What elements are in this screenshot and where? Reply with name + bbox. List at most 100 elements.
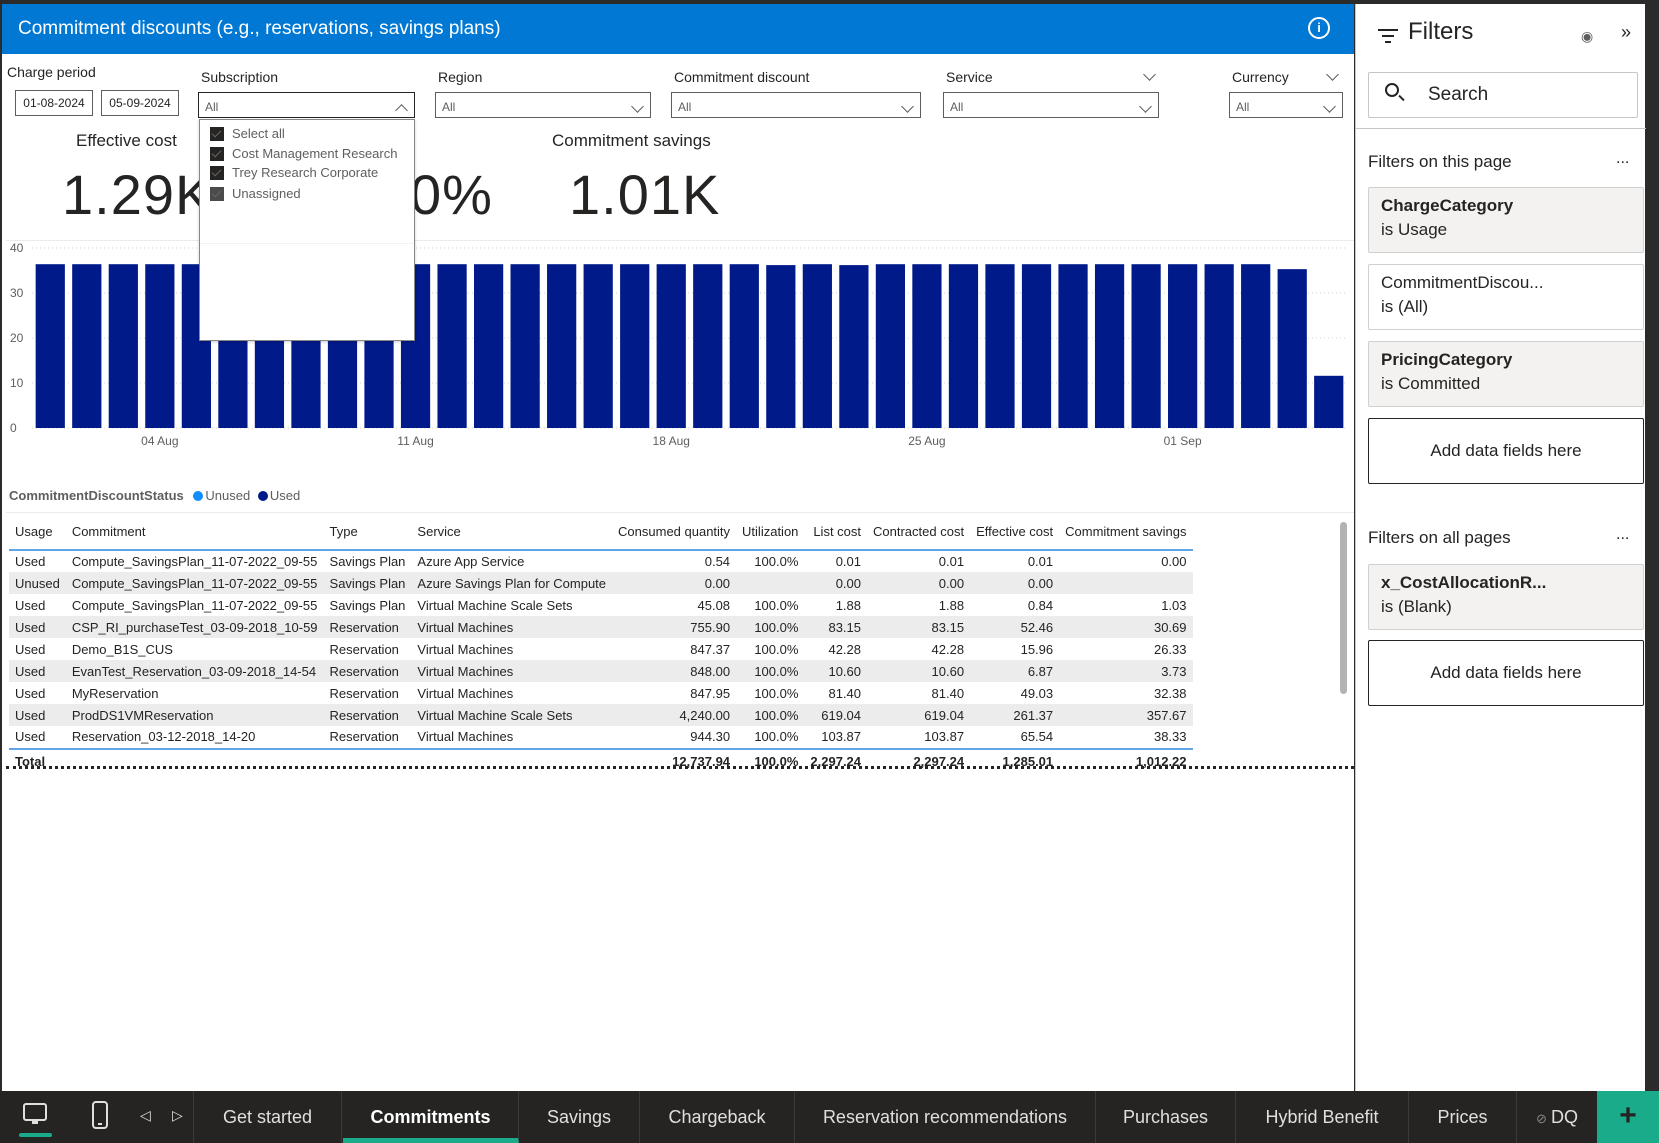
- option-cost-management-research[interactable]: Cost Management Research: [210, 144, 397, 164]
- filter-name: x_CostAllocationR...: [1381, 573, 1547, 592]
- add-page-button[interactable]: +: [1597, 1091, 1659, 1143]
- bar-used-02-sep[interactable]: [1204, 264, 1234, 428]
- tab-hybrid-benefit[interactable]: Hybrid Benefit: [1236, 1091, 1409, 1143]
- checkbox-checked-icon[interactable]: [210, 127, 224, 141]
- currency-dropdown[interactable]: All: [1229, 92, 1343, 118]
- table-row[interactable]: Used EvanTest_Reservation_03-09-2018_14-5…: [9, 660, 1193, 682]
- add-data-fields-all[interactable]: Add data fields here: [1368, 640, 1644, 706]
- bar-used-15-aug[interactable]: [547, 264, 577, 428]
- table-row[interactable]: Unused Compute_SavingsPlan_11-07-2022_09-…: [9, 572, 1193, 594]
- filter-search-input[interactable]: Search: [1368, 72, 1638, 118]
- column-header[interactable]: Commitment savings: [1059, 516, 1193, 551]
- tab-savings[interactable]: Savings: [519, 1091, 640, 1143]
- table-row[interactable]: Used MyReservation Reservation Virtual Mach…: [9, 682, 1193, 704]
- bar-used-04-aug[interactable]: [145, 264, 175, 428]
- column-header[interactable]: Effective cost: [970, 516, 1060, 551]
- bar-used-25-aug[interactable]: [912, 264, 942, 428]
- column-header[interactable]: Commitment: [65, 516, 324, 551]
- bar-used-18-aug[interactable]: [656, 264, 686, 428]
- region-dropdown[interactable]: All: [435, 92, 651, 118]
- table-row[interactable]: Used Compute_SavingsPlan_11-07-2022_09-55…: [9, 594, 1193, 616]
- tab-get-started[interactable]: Get started: [194, 1091, 342, 1143]
- bar-used-20-aug[interactable]: [729, 264, 759, 428]
- table-row[interactable]: Used Compute_SavingsPlan_11-07-2022_09-55…: [9, 550, 1193, 572]
- bar-used-05-sep[interactable]: [1314, 375, 1344, 428]
- column-header[interactable]: Service: [411, 516, 613, 551]
- bar-used-29-aug[interactable]: [1058, 264, 1088, 428]
- column-header[interactable]: Type: [323, 516, 412, 551]
- mobile-view-icon[interactable]: [92, 1101, 108, 1129]
- bar-used-19-aug[interactable]: [693, 264, 723, 428]
- bar-used-17-aug[interactable]: [620, 264, 650, 428]
- charge-period-label: Charge period: [7, 64, 96, 80]
- checkbox-checked-icon[interactable]: [210, 166, 224, 180]
- tab-commitments[interactable]: Commitments: [343, 1091, 519, 1143]
- end-date-input[interactable]: 05-09-2024: [101, 90, 179, 116]
- previous-page-icon[interactable]: ◁: [140, 1107, 151, 1124]
- table-row[interactable]: Used CSP_RI_purchaseTest_03-09-2018_10-59…: [9, 616, 1193, 638]
- checkbox-checked-icon[interactable]: [210, 147, 224, 161]
- chevron-down-icon[interactable]: [1326, 68, 1339, 81]
- chevron-down-icon[interactable]: [1143, 68, 1156, 81]
- legend-unused-label[interactable]: Unused: [205, 488, 250, 503]
- option-select-all[interactable]: Select all: [210, 124, 285, 144]
- option-trey-research-corporate[interactable]: Trey Research Corporate: [210, 163, 378, 183]
- tab-prices[interactable]: Prices: [1409, 1091, 1517, 1143]
- bar-used-21-aug[interactable]: [766, 265, 796, 428]
- commitment-discount-dropdown[interactable]: All: [671, 92, 921, 118]
- service-dropdown[interactable]: All: [943, 92, 1159, 118]
- eye-icon[interactable]: ◉: [1581, 28, 1593, 45]
- filter-card-costallocation[interactable]: x_CostAllocationR... is (Blank): [1368, 564, 1644, 630]
- desktop-view-icon[interactable]: [22, 1103, 48, 1127]
- tab-reservation-recommendations[interactable]: Reservation recommendations: [795, 1091, 1096, 1143]
- start-date-input[interactable]: 01-08-2024: [15, 90, 93, 116]
- filter-pane-title: Filters: [1408, 18, 1474, 45]
- column-header[interactable]: List cost: [804, 516, 868, 551]
- bar-used-02-aug[interactable]: [72, 264, 102, 428]
- bar-used-31-aug[interactable]: [1131, 264, 1161, 428]
- column-header[interactable]: Utilization: [736, 516, 805, 551]
- filter-card-pricingcategory[interactable]: PricingCategory is Committed: [1368, 341, 1644, 407]
- bar-used-14-aug[interactable]: [510, 264, 540, 428]
- bar-used-23-aug[interactable]: [839, 265, 869, 428]
- collapse-pane-icon[interactable]: »: [1621, 22, 1631, 43]
- table-row[interactable]: Used Reservation_03-12-2018_14-20 Reservat…: [9, 726, 1193, 749]
- tab-chargeback[interactable]: Chargeback: [640, 1091, 795, 1143]
- legend-used-label[interactable]: Used: [270, 488, 300, 503]
- tab-purchases[interactable]: Purchases: [1096, 1091, 1236, 1143]
- bar-used-13-aug[interactable]: [473, 264, 504, 428]
- checkbox-checked-icon[interactable]: [210, 187, 224, 201]
- bar-used-16-aug[interactable]: [583, 264, 613, 428]
- commitments-table: Usage Commitment Type Service Consumed quant…: [9, 516, 1349, 771]
- bar-used-26-aug[interactable]: [948, 264, 979, 428]
- bar-used-27-aug[interactable]: [985, 264, 1015, 428]
- table-scrollbar[interactable]: [1340, 522, 1347, 694]
- next-page-icon[interactable]: ▷: [172, 1107, 183, 1124]
- bar-used-22-aug[interactable]: [802, 264, 832, 428]
- bar-used-03-aug[interactable]: [108, 264, 138, 428]
- filter-card-chargecategory[interactable]: ChargeCategory is Usage: [1368, 187, 1644, 253]
- bar-used-01-aug[interactable]: [35, 264, 65, 428]
- bar-used-01-sep[interactable]: [1168, 264, 1198, 428]
- info-icon[interactable]: i: [1308, 17, 1330, 39]
- bar-used-03-sep[interactable]: [1241, 264, 1271, 428]
- table-cell: 10.60: [867, 660, 971, 682]
- table-row[interactable]: Used ProdDS1VMReservation Reservation Virtu…: [9, 704, 1193, 726]
- filter-card-commitmentdiscount[interactable]: CommitmentDiscou... is (All): [1368, 264, 1644, 330]
- table-cell: 32.38: [1153, 685, 1187, 701]
- more-options-button[interactable]: ...: [1616, 150, 1629, 168]
- column-header[interactable]: Contracted cost: [867, 516, 971, 551]
- more-options-button[interactable]: ...: [1616, 526, 1629, 544]
- column-header[interactable]: Usage: [9, 516, 66, 551]
- subscription-dropdown[interactable]: All: [198, 92, 415, 118]
- option-unassigned[interactable]: Unassigned: [210, 184, 301, 204]
- bar-used-04-sep[interactable]: [1277, 269, 1307, 428]
- tab-dq[interactable]: ⊘ DQ: [1517, 1091, 1597, 1143]
- add-data-fields-page[interactable]: Add data fields here: [1368, 418, 1644, 484]
- bar-used-30-aug[interactable]: [1094, 264, 1125, 428]
- bar-used-24-aug[interactable]: [875, 264, 906, 428]
- column-header[interactable]: Consumed quantity: [612, 516, 737, 551]
- bar-used-12-aug[interactable]: [437, 264, 467, 428]
- table-row[interactable]: Used Demo_B1S_CUS Reservation Virtual Machi…: [9, 638, 1193, 660]
- bar-used-28-aug[interactable]: [1021, 264, 1052, 428]
